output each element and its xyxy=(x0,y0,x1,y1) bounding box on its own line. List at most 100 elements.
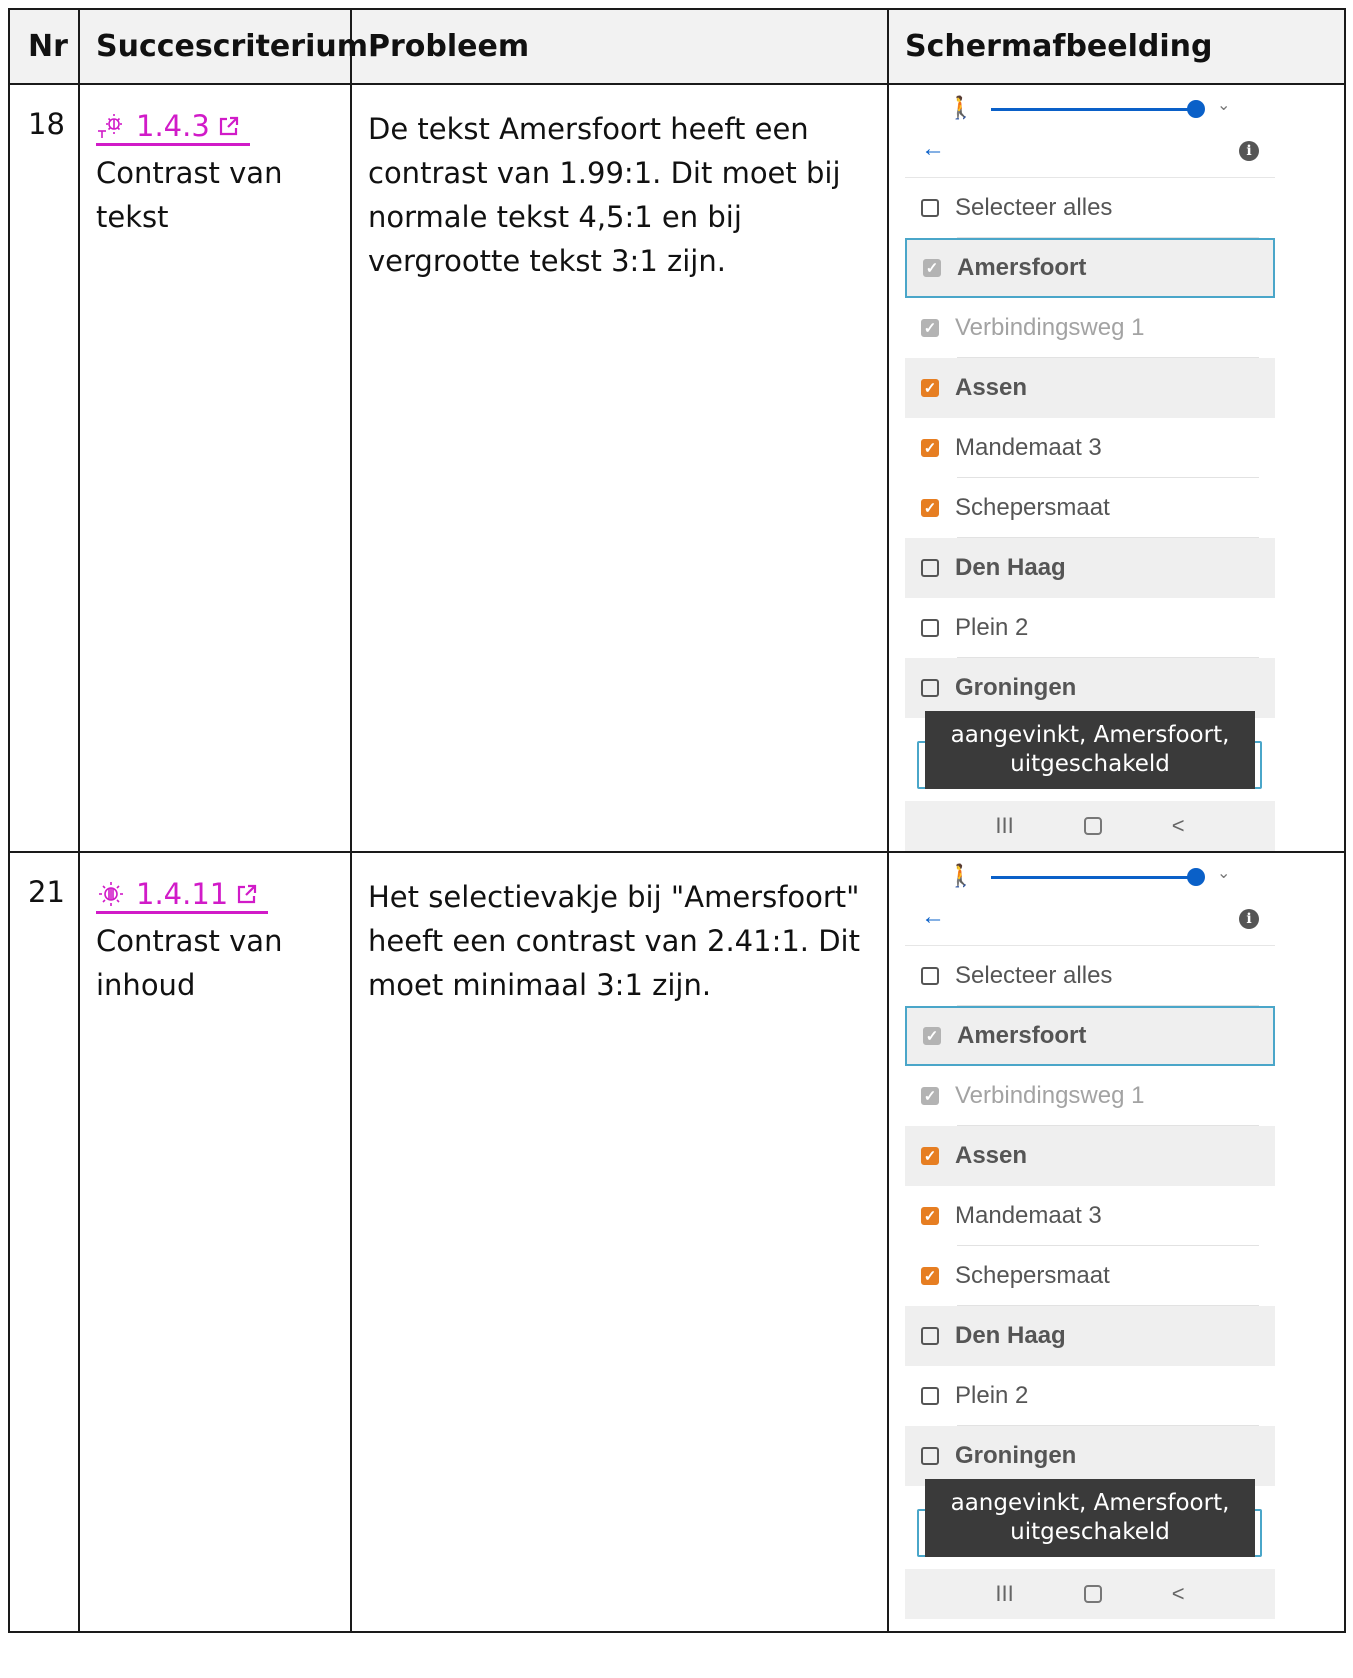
checkbox-checked-icon[interactable]: ✓ xyxy=(923,259,941,277)
checkbox-item[interactable]: ✓ Verbindingsweg 1 xyxy=(905,298,1275,358)
toast-line-1: aangevinkt, Amersfoort, xyxy=(950,1490,1230,1516)
checkbox-item[interactable]: ✓ Verbindingsweg 1 xyxy=(905,1066,1275,1126)
checkbox-checked-icon[interactable]: ✓ xyxy=(921,379,939,397)
checkbox-label: Groningen xyxy=(955,1442,1077,1469)
checkbox-checked-icon[interactable]: ✓ xyxy=(921,1267,939,1285)
home-icon[interactable] xyxy=(1083,1585,1102,1603)
checkbox-label: Assen xyxy=(955,374,1028,401)
phone-screenshot: 🚶 ⌄ ← i Selecteer alles ✓ Amersfoort ✓ Verbi… xyxy=(905,859,1275,1619)
checkbox-checked-icon[interactable]: ✓ xyxy=(921,499,939,517)
checkbox-item[interactable]: Groningen xyxy=(905,658,1275,718)
checkbox-item[interactable]: Plein 2 xyxy=(905,598,1275,658)
checkbox-label: Plein 2 xyxy=(955,614,1029,641)
checkbox-item[interactable]: ✓ Mandemaat 3 xyxy=(905,1186,1275,1246)
android-nav-bar: III < xyxy=(905,1569,1275,1619)
checkbox-item[interactable]: ✓ Mandemaat 3 xyxy=(905,418,1275,478)
phone-screenshot: 🚶 ⌄ ← i Selecteer alles ✓ Amersfoort ✓ Verbi… xyxy=(905,91,1275,851)
checkbox-empty-icon[interactable] xyxy=(921,1387,939,1405)
checkbox-label: Schepersmaat xyxy=(955,494,1110,521)
checkbox-empty-icon[interactable] xyxy=(921,967,939,985)
checkbox-checked-icon[interactable]: ✓ xyxy=(921,1207,939,1225)
screen-reader-toast: aangevinkt, Amersfoort, uitgeschakeld xyxy=(925,1479,1255,1557)
checkbox-item[interactable]: Selecteer alles xyxy=(905,946,1275,1006)
info-icon[interactable]: i xyxy=(1239,141,1259,161)
checkbox-label: Plein 2 xyxy=(955,1382,1029,1409)
app-toolbar: ← i xyxy=(905,127,1275,178)
toast-line-2: uitgeschakeld xyxy=(1010,1519,1170,1545)
checkbox-empty-icon[interactable] xyxy=(921,1447,939,1465)
slider-handle[interactable] xyxy=(1187,100,1205,118)
criterion-cell: 1.4.11 Contrast van inhoud xyxy=(78,851,352,1633)
home-icon[interactable] xyxy=(1083,817,1102,835)
checkbox-item[interactable]: Selecteer alles xyxy=(905,178,1275,238)
toast-line-2: uitgeschakeld xyxy=(1010,751,1170,777)
status-bar: 🚶 ⌄ xyxy=(905,859,1275,895)
screenshot-cell: 🚶 ⌄ ← i Selecteer alles ✓ Amersfoort ✓ Verbi… xyxy=(887,851,1346,1633)
checkbox-item[interactable]: Den Haag xyxy=(905,1306,1275,1366)
checkbox-item[interactable]: ✓ Schepersmaat xyxy=(905,1246,1275,1306)
checkbox-list: Selecteer alles ✓ Amersfoort ✓ Verbindingswe… xyxy=(905,946,1275,1486)
back-icon[interactable]: < xyxy=(1172,813,1185,839)
checkbox-checked-icon[interactable]: ✓ xyxy=(921,1087,939,1105)
slider-track[interactable] xyxy=(991,876,1191,879)
checkbox-empty-icon[interactable] xyxy=(921,679,939,697)
criterion-name: Contrast van inhoud xyxy=(96,924,283,1002)
checkbox-empty-icon[interactable] xyxy=(921,199,939,217)
screenshot-cell: 🚶 ⌄ ← i Selecteer alles ✓ Amersfoort ✓ Verbi… xyxy=(887,83,1346,853)
back-icon[interactable]: < xyxy=(1172,1581,1185,1607)
criterion-code: 1.4.3 xyxy=(136,109,210,143)
criterion-name: Contrast van tekst xyxy=(96,156,283,234)
checkbox-label: Mandemaat 3 xyxy=(955,1202,1102,1229)
checkbox-item[interactable]: ✓ Amersfoort xyxy=(905,1006,1275,1066)
slider-track[interactable] xyxy=(991,108,1191,111)
criterion-code: 1.4.11 xyxy=(136,877,229,911)
status-bar: 🚶 ⌄ xyxy=(905,91,1275,127)
criterion-link[interactable]: 1.4.11 xyxy=(96,877,269,914)
recent-apps-icon[interactable]: III xyxy=(995,813,1013,839)
accessibility-icon: 🚶 xyxy=(947,863,975,888)
back-arrow-icon[interactable]: ← xyxy=(921,903,945,931)
checkbox-checked-icon[interactable]: ✓ xyxy=(921,319,939,337)
checkbox-checked-icon[interactable]: ✓ xyxy=(921,1147,939,1165)
text-contrast-icon xyxy=(98,114,122,138)
checkbox-label: Verbindingsweg 1 xyxy=(955,1082,1145,1109)
chevron-down-icon: ⌄ xyxy=(1217,865,1231,882)
criterion-link[interactable]: 1.4.3 xyxy=(96,109,250,146)
checkbox-item[interactable]: Groningen xyxy=(905,1426,1275,1486)
app-toolbar: ← i xyxy=(905,895,1275,946)
checkbox-list: Selecteer alles ✓ Amersfoort ✓ Verbindingswe… xyxy=(905,178,1275,718)
non-text-contrast-icon xyxy=(99,882,123,906)
header-schermafbeelding: Schermafbeelding xyxy=(887,8,1346,85)
checkbox-empty-icon[interactable] xyxy=(921,619,939,637)
table-header-row: Nr Succescriterium Probleem Schermafbeel… xyxy=(8,8,1346,85)
checkbox-item[interactable]: Plein 2 xyxy=(905,1366,1275,1426)
checkbox-label: Mandemaat 3 xyxy=(955,434,1102,461)
slider-handle[interactable] xyxy=(1187,868,1205,886)
table-row: 21 1.4.11 Contrast van inhoud Het select… xyxy=(8,851,1346,1633)
external-link-icon xyxy=(219,116,238,136)
criterion-cell: 1.4.3 Contrast van tekst xyxy=(78,83,352,853)
recent-apps-icon[interactable]: III xyxy=(995,1581,1013,1607)
checkbox-label: Den Haag xyxy=(955,554,1066,581)
chevron-down-icon: ⌄ xyxy=(1217,97,1231,114)
back-arrow-icon[interactable]: ← xyxy=(921,135,945,163)
row-nr: 21 xyxy=(8,851,80,1633)
checkbox-label: Groningen xyxy=(955,674,1077,701)
checkbox-item[interactable]: ✓ Assen xyxy=(905,1126,1275,1186)
checkbox-empty-icon[interactable] xyxy=(921,559,939,577)
checkbox-label: Selecteer alles xyxy=(955,962,1113,989)
header-nr: Nr xyxy=(8,8,80,85)
audit-table: Nr Succescriterium Probleem Schermafbeel… xyxy=(8,8,1346,1633)
external-link-icon xyxy=(238,884,257,904)
row-nr: 18 xyxy=(8,83,80,853)
checkbox-item[interactable]: ✓ Amersfoort xyxy=(905,238,1275,298)
checkbox-item[interactable]: Den Haag xyxy=(905,538,1275,598)
checkbox-label: Assen xyxy=(955,1142,1028,1169)
info-icon[interactable]: i xyxy=(1239,909,1259,929)
checkbox-item[interactable]: ✓ Schepersmaat xyxy=(905,478,1275,538)
checkbox-checked-icon[interactable]: ✓ xyxy=(921,439,939,457)
checkbox-empty-icon[interactable] xyxy=(921,1327,939,1345)
checkbox-checked-icon[interactable]: ✓ xyxy=(923,1027,941,1045)
checkbox-label: Den Haag xyxy=(955,1322,1066,1349)
checkbox-item[interactable]: ✓ Assen xyxy=(905,358,1275,418)
